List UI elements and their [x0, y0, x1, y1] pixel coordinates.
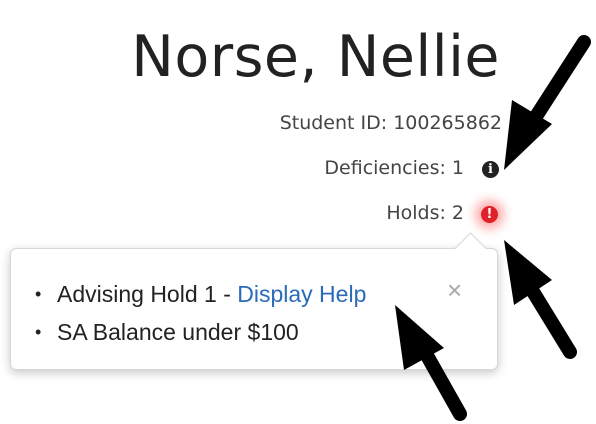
display-help-link[interactable]: Display Help	[237, 281, 366, 307]
student-name: Norse, Nellie	[131, 24, 500, 90]
arrow-to-info-icon	[504, 35, 591, 170]
hold-item-text: Advising Hold 1 -	[57, 281, 238, 307]
close-icon[interactable]: ×	[447, 275, 462, 306]
info-icon[interactable]: i	[482, 161, 499, 178]
deficiencies-count: Deficiencies: 1	[324, 157, 464, 179]
holds-popover: Advising Hold 1 - Display Help SA Balanc…	[10, 232, 498, 370]
hold-item-text: SA Balance under $100	[57, 319, 299, 345]
student-id: Student ID: 100265862	[279, 112, 502, 134]
holds-count[interactable]: Holds: 2	[386, 202, 464, 224]
hold-item: SA Balance under $100	[35, 313, 366, 351]
popover-caret	[454, 232, 487, 265]
alert-icon[interactable]: !	[481, 206, 498, 223]
holds-list: Advising Hold 1 - Display Help SA Balanc…	[35, 275, 366, 351]
arrow-to-alert-icon	[504, 240, 577, 359]
hold-item: Advising Hold 1 - Display Help	[35, 275, 366, 313]
